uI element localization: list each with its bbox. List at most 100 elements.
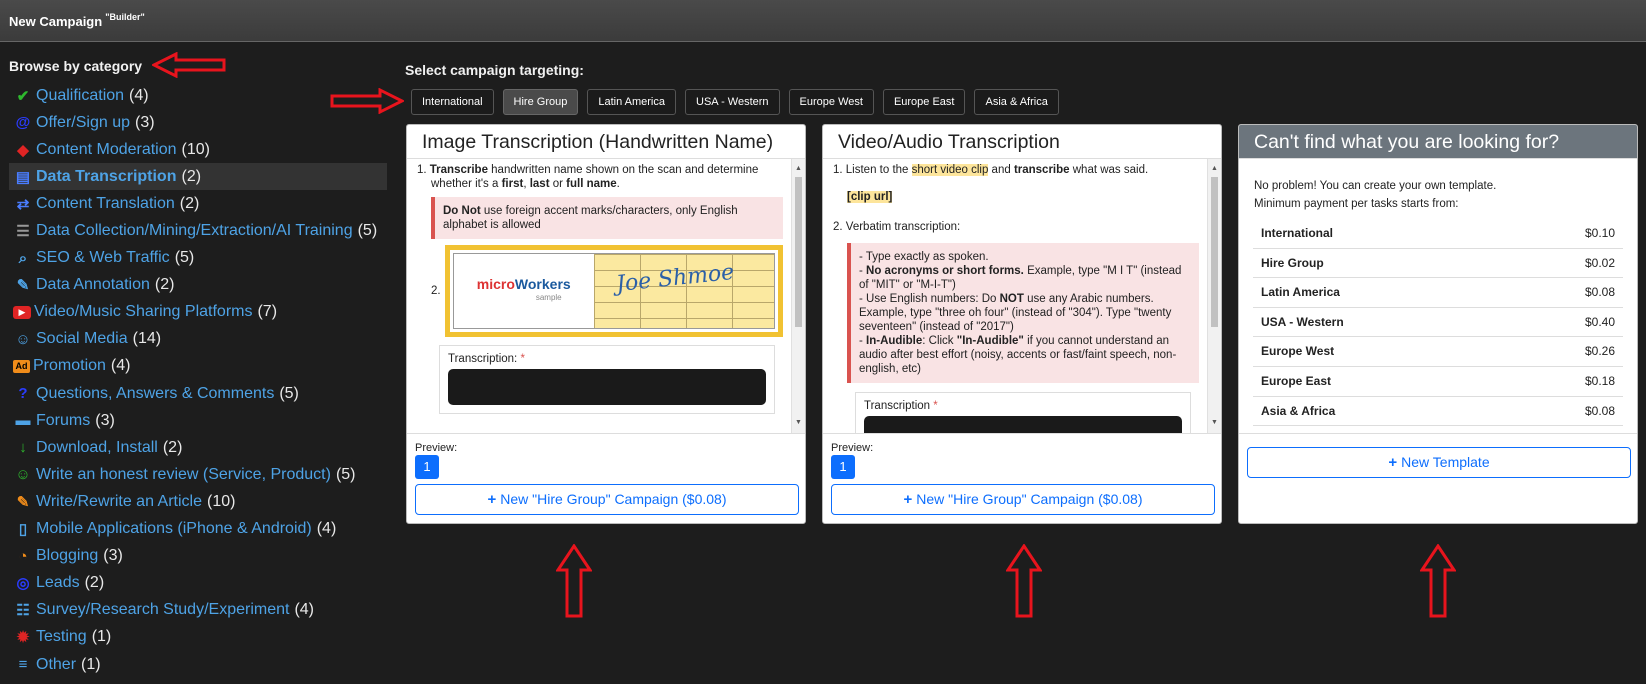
annotation-arrow-left [152, 52, 226, 78]
tab-latin-america[interactable]: Latin America [587, 89, 676, 115]
category-label[interactable]: Leads [36, 574, 80, 592]
category-label[interactable]: Questions, Answers & Comments [36, 385, 274, 403]
custom-template-line-1: No problem! You can create your own temp… [1254, 180, 1497, 192]
sidebar-item-seo-web-traffic[interactable]: ⌕ SEO & Web Traffic (5) [9, 245, 387, 272]
tab-asia-africa[interactable]: Asia & Africa [974, 89, 1059, 115]
warning-note: Do Not use foreign accent marks/characte… [431, 197, 783, 239]
rss-icon: ◔ [18, 547, 28, 565]
sidebar-item-testing[interactable]: ✹ Testing (1) [9, 624, 387, 651]
scrollbar[interactable]: ▲ ▼ [791, 159, 805, 433]
sidebar-item-leads[interactable]: ◎ Leads (2) [9, 570, 387, 597]
transcription-input[interactable] [448, 369, 766, 405]
category-count: (4) [294, 601, 315, 619]
transcription-input[interactable] [864, 416, 1182, 433]
category-label[interactable]: Content Moderation [36, 141, 177, 159]
sidebar-item-content-moderation[interactable]: ◆ Content Moderation (10) [9, 136, 387, 163]
sidebar-item-write-rewrite-an-article[interactable]: ✎ Write/Rewrite an Article (10) [9, 488, 387, 515]
page-title: New Campaign "Builder" [9, 12, 145, 29]
category-count: (1) [81, 655, 101, 673]
category-count: (2) [179, 194, 200, 212]
sidebar-item-download-install[interactable]: ↓ Download, Install (2) [9, 434, 387, 461]
sidebar-item-social-media[interactable]: ☺ Social Media (14) [9, 326, 387, 353]
price-region: International [1261, 226, 1334, 240]
sidebar-item-data-collection-mining-extraction-ai-training[interactable]: ☰ Data Collection/Mining/Extraction/AI Tr… [9, 217, 387, 244]
scroll-up-icon[interactable]: ▲ [1208, 162, 1221, 176]
sidebar-item-promotion[interactable]: Ad Promotion (4) [9, 353, 387, 380]
sidebar-item-questions-answers-comments[interactable]: ? Questions, Answers & Comments (5) [9, 380, 387, 407]
tab-europe-east[interactable]: Europe East [882, 89, 966, 115]
sidebar-item-content-translation[interactable]: ⇄ Content Translation (2) [9, 190, 387, 217]
category-count: (14) [132, 330, 162, 348]
category-label[interactable]: Forums [36, 412, 90, 430]
sidebar-item-mobile-applications-iphone-android[interactable]: ▯ Mobile Applications (iPhone & Android)(… [9, 516, 387, 543]
category-label[interactable]: Other [36, 656, 76, 674]
plus-icon: + [1388, 454, 1398, 471]
edit-note-icon: ✎ [16, 277, 30, 295]
targeting-section: Select campaign targeting: [405, 62, 584, 78]
category-label[interactable]: Survey/Research Study/Experiment [36, 601, 289, 619]
category-count: (4) [316, 520, 337, 538]
category-label[interactable]: Social Media [36, 330, 128, 348]
microworkers-logo: microWorkers sample [453, 254, 594, 328]
category-count: (4) [110, 357, 131, 375]
sidebar-item-forums[interactable]: ▬ Forums (3) [9, 407, 387, 434]
price-row: Hire Group $0.02 [1253, 249, 1623, 279]
category-label[interactable]: Data Annotation [36, 276, 150, 294]
category-label[interactable]: Mobile Applications (iPhone & Android) [36, 520, 312, 538]
category-label[interactable]: Offer/Sign up [36, 114, 130, 132]
sidebar-item-video-music-sharing-platforms[interactable]: ▶ Video/Music Sharing Platforms (7) [9, 299, 387, 326]
tab-hire-group[interactable]: Hire Group [502, 89, 579, 115]
preview-page-1[interactable]: 1 [831, 455, 855, 479]
category-label[interactable]: Write an honest review (Service, Product… [36, 466, 331, 484]
annotation-arrow-up-1 [556, 544, 592, 618]
question-icon: ? [18, 385, 28, 403]
preview-page-1[interactable]: 1 [415, 455, 439, 479]
category-label[interactable]: Download, Install [36, 439, 158, 457]
clip-url: [clip url] [847, 191, 893, 203]
scroll-down-icon[interactable]: ▼ [1208, 416, 1221, 430]
handwritten-signature: Joe Shmoe [614, 259, 736, 298]
new-template-button[interactable]: + New Template [1247, 447, 1631, 478]
category-label[interactable]: Content Translation [36, 195, 175, 213]
sidebar-item-other[interactable]: ≡ Other (1) [9, 651, 387, 678]
scrollbar[interactable]: ▲ ▼ [1207, 159, 1221, 433]
card-footer: Preview: 1 + New "Hire Group" Campaign ($… [823, 433, 1221, 523]
new-campaign-button[interactable]: + New "Hire Group" Campaign ($0.08) [415, 484, 799, 515]
category-count: (2) [181, 167, 202, 185]
category-count: (2) [154, 276, 175, 294]
sidebar-item-write-an-honest-review-service-product[interactable]: ☺ Write an honest review (Service, Produc… [9, 461, 387, 488]
sample-scan: 2. microWorkers sample Joe Shmoe [431, 245, 783, 337]
step-2-text: 2. Verbatim transcription: [833, 221, 961, 233]
sidebar-item-blogging[interactable]: ◔ Blogging (3) [9, 543, 387, 570]
handwriting-grid: Joe Shmoe [593, 254, 774, 328]
category-label[interactable]: Data Collection/Mining/Extraction/AI Tra… [36, 222, 353, 240]
tab-europe-west[interactable]: Europe West [788, 89, 874, 115]
sidebar-item-data-annotation[interactable]: ✎ Data Annotation (2) [9, 272, 387, 299]
category-label[interactable]: Data Transcription [36, 168, 176, 186]
sidebar-item-survey-research-study-experiment[interactable]: ☷ Survey/Research Study/Experiment (4) [9, 597, 387, 624]
transcription-label: Transcription: * [448, 353, 525, 365]
sample-image: microWorkers sample Joe Shmoe [444, 245, 783, 337]
category-count: (3) [134, 113, 155, 131]
category-label[interactable]: Video/Music Sharing Platforms [34, 303, 252, 321]
category-label[interactable]: Promotion [33, 357, 106, 375]
scroll-down-icon[interactable]: ▼ [792, 416, 805, 430]
template-card-video-transcription: Video/Audio Transcription 1. Listen to t… [822, 124, 1222, 524]
price-value: $0.08 [1584, 403, 1615, 418]
category-label[interactable]: Write/Rewrite an Article [36, 493, 202, 511]
tab-usa-western[interactable]: USA - Western [685, 89, 780, 115]
scroll-up-icon[interactable]: ▲ [792, 162, 805, 176]
new-campaign-button[interactable]: + New "Hire Group" Campaign ($0.08) [831, 484, 1215, 515]
search-icon: ⌕ [18, 249, 28, 267]
preview-label: Preview: [415, 442, 458, 454]
category-label[interactable]: SEO & Web Traffic [36, 249, 170, 267]
survey-icon: ☷ [16, 602, 30, 620]
youtube-icon: ▶ [13, 305, 31, 319]
sidebar-item-data-transcription[interactable]: ▤ Data Transcription (2) [9, 163, 387, 191]
category-label[interactable]: Blogging [36, 547, 98, 565]
category-label[interactable]: Testing [36, 628, 87, 646]
tab-international[interactable]: International [411, 89, 494, 115]
transcription-form: Transcription: * [439, 345, 775, 414]
category-label[interactable]: Qualification [36, 87, 124, 105]
price-value: $0.08 [1584, 285, 1615, 300]
